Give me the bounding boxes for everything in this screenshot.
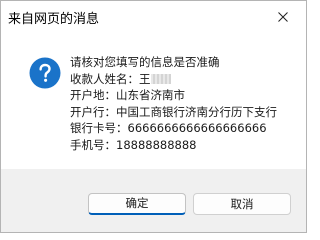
- phone-value: 18888888888: [116, 137, 197, 152]
- cancel-button[interactable]: 取消: [193, 193, 291, 215]
- name-label: 收款人姓名：: [70, 71, 139, 86]
- message-line-city: 开户地：山东省济南市: [70, 87, 277, 104]
- city-label: 开户地：: [70, 88, 116, 102]
- message-line-phone: 手机号：18888888888: [70, 137, 277, 154]
- bank-value: 中国工商银行济南分行历下支行: [116, 104, 277, 119]
- title-bar[interactable]: 来自网页的消息: [1, 1, 306, 33]
- message-line-card: 银行卡号：6666666666666666666: [70, 120, 277, 137]
- name-redaction-mask: [150, 73, 171, 84]
- card-value: 6666666666666666666: [127, 121, 267, 135]
- dialog-message: 请核对您填写的信息是否准确 收款人姓名：王 开户地：山东省济南市 开户行：中国工…: [70, 54, 277, 153]
- message-dialog: 来自网页的消息 请核对您填写的信息是否准确 收款人姓名：王 开户地：山东省济南市…: [0, 0, 307, 233]
- name-value: 王: [139, 71, 151, 86]
- card-label: 银行卡号：: [70, 121, 128, 135]
- dialog-footer: 确定 取消: [1, 169, 306, 232]
- bank-label: 开户行：: [70, 104, 116, 119]
- question-icon: [29, 57, 61, 89]
- message-line-name: 收款人姓名：王: [70, 71, 277, 88]
- phone-label: 手机号：: [70, 137, 116, 152]
- message-line-confirm: 请核对您填写的信息是否准确: [70, 55, 220, 69]
- dialog-title: 来自网页的消息: [8, 12, 100, 27]
- message-line-bank: 开户行：中国工商银行济南分行历下支行: [70, 104, 277, 121]
- city-value: 山东省济南市: [116, 88, 185, 102]
- close-button[interactable]: [260, 1, 306, 33]
- dialog-content: 请核对您填写的信息是否准确 收款人姓名：王 开户地：山东省济南市 开户行：中国工…: [1, 33, 306, 169]
- ok-button[interactable]: 确定: [88, 193, 186, 215]
- close-icon: [278, 12, 288, 22]
